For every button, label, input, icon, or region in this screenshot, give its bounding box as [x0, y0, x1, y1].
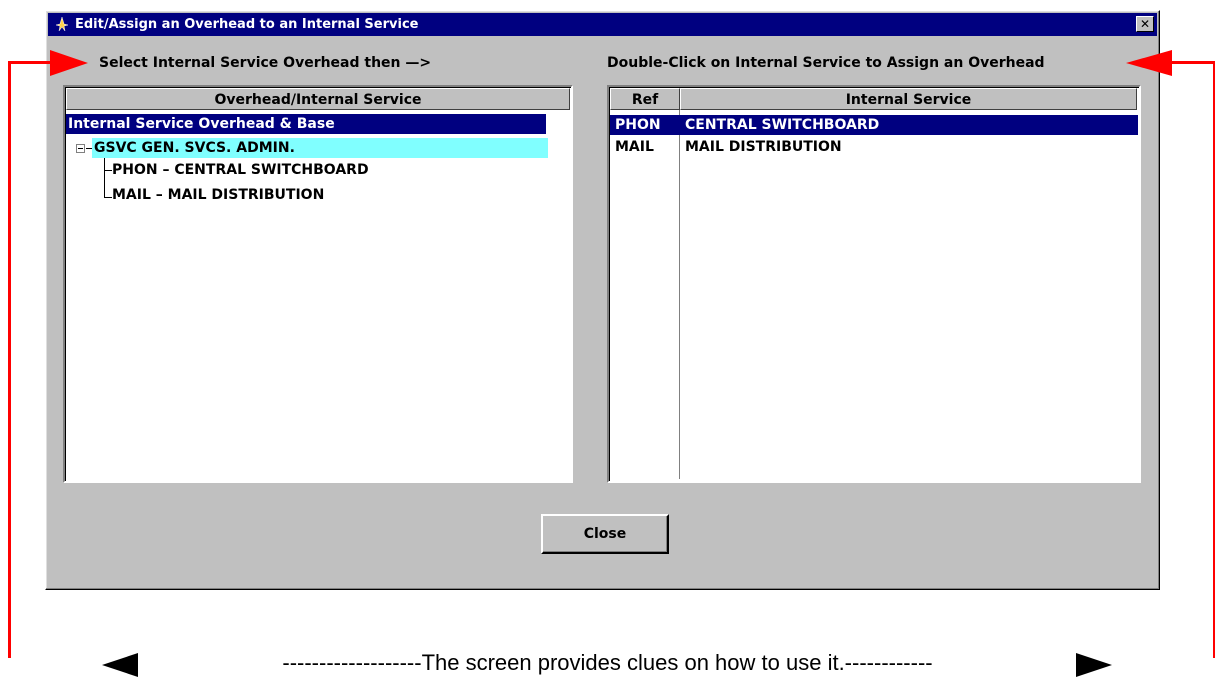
ref-cell: PHON — [615, 117, 661, 133]
tree-connector — [104, 170, 112, 171]
service-cell: CENTRAL SWITCHBOARD — [685, 117, 880, 133]
annotation-caption: -------------------The screen provides c… — [282, 650, 933, 675]
table-row[interactable]: PHON CENTRAL SWITCHBOARD — [610, 115, 1138, 135]
ref-cell: MAIL — [615, 139, 654, 155]
table-row[interactable]: MAIL MAIL DISTRIBUTION — [610, 137, 1138, 157]
tree-item-root[interactable]: Internal Service Overhead & Base — [66, 114, 546, 134]
dialog-window: Edit/Assign an Overhead to an Internal S… — [45, 10, 1160, 590]
annotation-arrow-right-icon — [50, 50, 88, 76]
overhead-tree-panel[interactable]: Overhead/Internal Service Internal Servi… — [63, 85, 573, 483]
service-column-header[interactable]: Internal Service — [680, 88, 1137, 110]
window-title: Edit/Assign an Overhead to an Internal S… — [75, 17, 419, 32]
ref-column-header[interactable]: Ref — [610, 88, 680, 110]
hint-select-overhead: Select Internal Service Overhead then —> — [99, 55, 432, 71]
tree-connector — [104, 158, 105, 198]
tree-item-phon[interactable]: PHON – CENTRAL SWITCHBOARD — [112, 160, 369, 180]
hint-double-click-service: Double-Click on Internal Service to Assi… — [607, 55, 1045, 71]
caption-arrow-right-icon — [1076, 653, 1112, 677]
annotation-right-bracket — [1172, 61, 1215, 64]
tree-item-gsvc[interactable]: GSVC GEN. SVCS. ADMIN. — [92, 138, 548, 158]
service-cell: MAIL DISTRIBUTION — [685, 139, 842, 155]
overhead-column-header[interactable]: Overhead/Internal Service — [66, 88, 570, 110]
column-divider — [679, 110, 680, 479]
close-button[interactable]: Close — [541, 514, 669, 554]
tree-connector — [104, 197, 112, 198]
annotation-left-bracket — [8, 61, 56, 64]
collapse-icon[interactable] — [76, 144, 85, 153]
annotation-arrow-left-icon — [1126, 50, 1172, 76]
annotation-left-bracket — [8, 61, 11, 658]
tree-item-mail[interactable]: MAIL – MAIL DISTRIBUTION — [112, 185, 324, 205]
close-window-icon[interactable]: ✕ — [1136, 16, 1154, 32]
app-icon — [55, 16, 69, 32]
internal-service-grid[interactable]: Ref Internal Service PHON CENTRAL SWITCH… — [607, 85, 1141, 483]
title-bar[interactable]: Edit/Assign an Overhead to an Internal S… — [48, 13, 1157, 36]
